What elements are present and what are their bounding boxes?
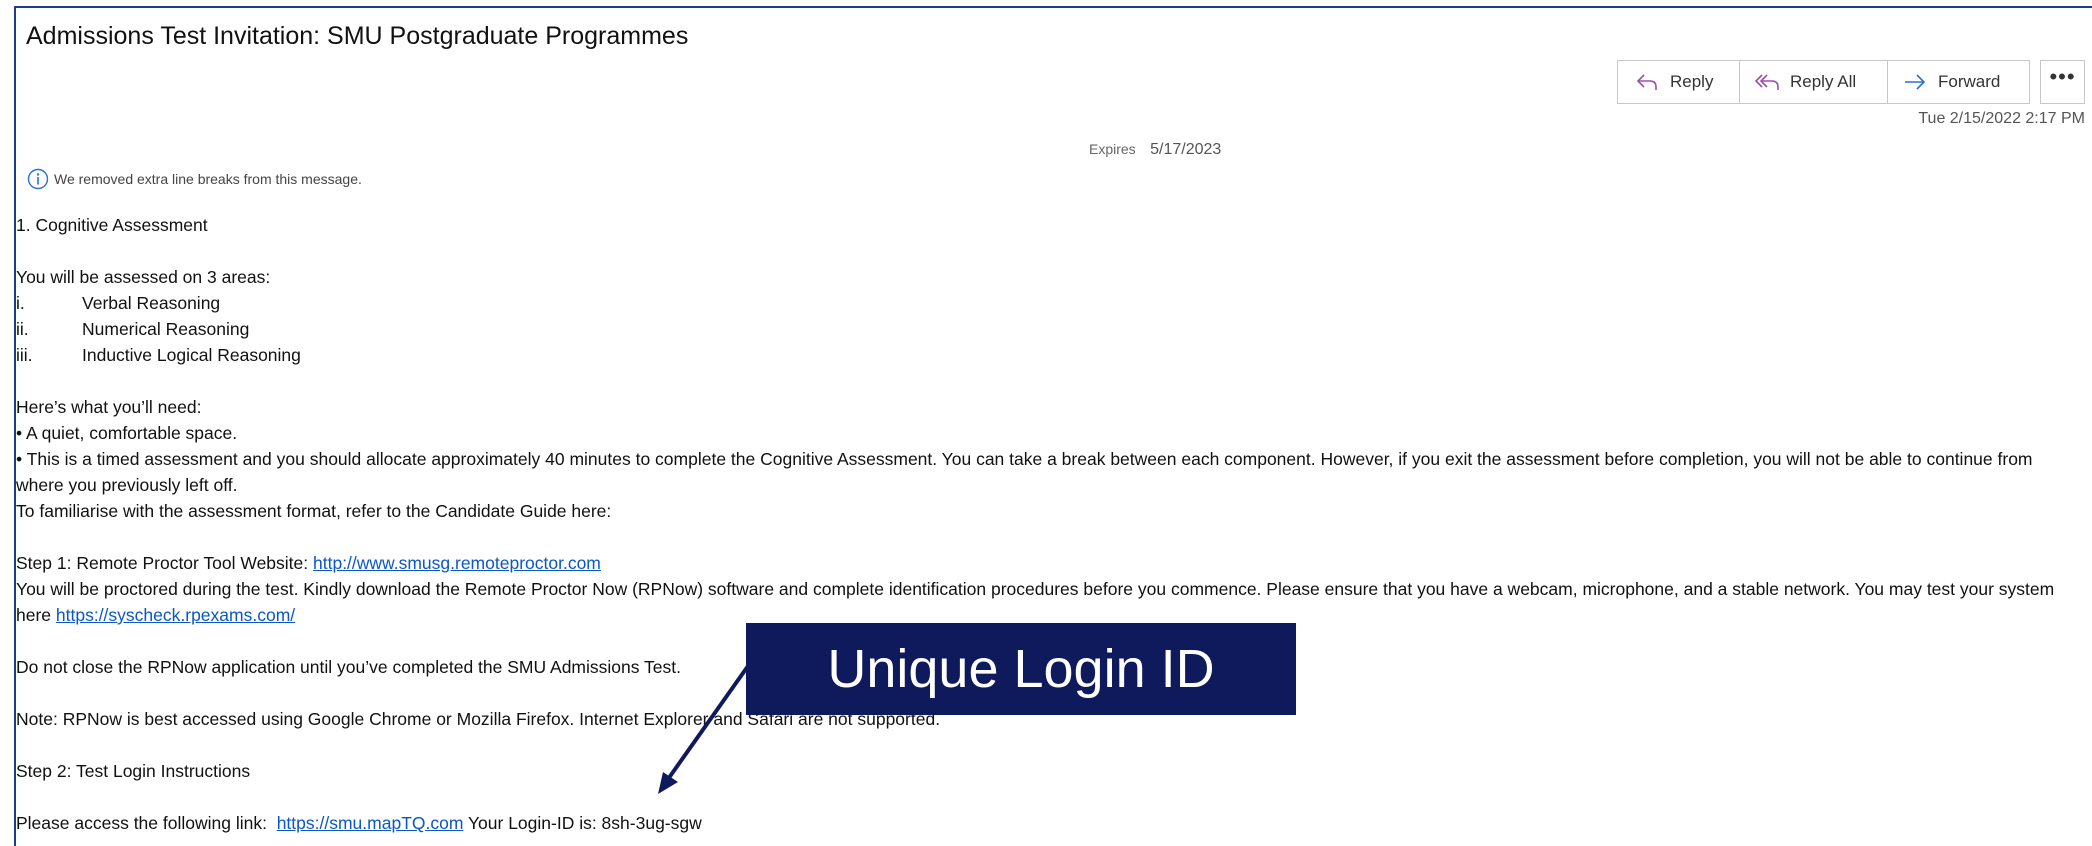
line-break-notice: We removed extra line breaks from this m… xyxy=(27,168,362,190)
list-item: i. Verbal Reasoning xyxy=(16,293,221,313)
list-item: ii. Numerical Reasoning xyxy=(16,319,250,339)
expires-info: Expires 5/17/2023 xyxy=(1089,141,1221,159)
expires-value: 5/17/2023 xyxy=(1150,141,1222,158)
reply-button[interactable]: Reply xyxy=(1617,60,1740,104)
login-id-text: Your Login-ID is: 8sh-3ug-sgw xyxy=(463,813,702,833)
expires-label: Expires xyxy=(1089,141,1136,157)
step1-line: Step 1: Remote Proctor Tool Website: htt… xyxy=(16,553,601,573)
forward-label: Forward xyxy=(1938,72,2001,91)
message-actions: Reply Reply All Forward xyxy=(1617,60,2030,104)
email-date: Tue 2/15/2022 2:17 PM xyxy=(1918,110,2085,127)
info-icon xyxy=(27,168,49,190)
list-item: iii. Inductive Logical Reasoning xyxy=(16,345,301,365)
reply-icon xyxy=(1634,70,1660,94)
more-horizontal-icon: ••• xyxy=(2049,64,2076,89)
familiarise-text: To familiarise with the assessment forma… xyxy=(16,501,612,521)
forward-button[interactable]: Forward xyxy=(1888,60,2030,104)
more-actions-button[interactable]: ••• xyxy=(2040,60,2085,104)
reply-all-button[interactable]: Reply All xyxy=(1740,60,1888,104)
remote-proctor-link[interactable]: http://www.smusg.remoteproctor.com xyxy=(313,553,601,573)
needs-heading: Here’s what you’ll need: xyxy=(16,397,202,417)
step2-heading: Step 2: Test Login Instructions xyxy=(16,761,251,781)
login-line: Please access the following link: https:… xyxy=(16,813,702,833)
proctor-text: You will be proctored during the test. K… xyxy=(16,579,2055,625)
email-subject: Admissions Test Invitation: SMU Postgrad… xyxy=(26,22,689,50)
reply-all-icon xyxy=(1754,70,1780,94)
reply-all-label: Reply All xyxy=(1790,72,1857,91)
need-item: • This is a timed assessment and you sho… xyxy=(16,449,2033,495)
syscheck-link[interactable]: https://syscheck.rpexams.com/ xyxy=(56,605,295,625)
forward-icon xyxy=(1902,70,1928,94)
areas-intro: You will be assessed on 3 areas: xyxy=(16,267,271,287)
maptq-link[interactable]: https://smu.mapTQ.com xyxy=(277,813,464,833)
notice-text: We removed extra line breaks from this m… xyxy=(54,171,362,187)
reply-label: Reply xyxy=(1670,72,1714,91)
email-body: 1. Cognitive Assessment You will be asse… xyxy=(16,212,2076,836)
annotation-callout: Unique Login ID xyxy=(746,623,1296,715)
section-heading: 1. Cognitive Assessment xyxy=(16,215,208,235)
need-item: • A quiet, comfortable space. xyxy=(16,423,238,443)
